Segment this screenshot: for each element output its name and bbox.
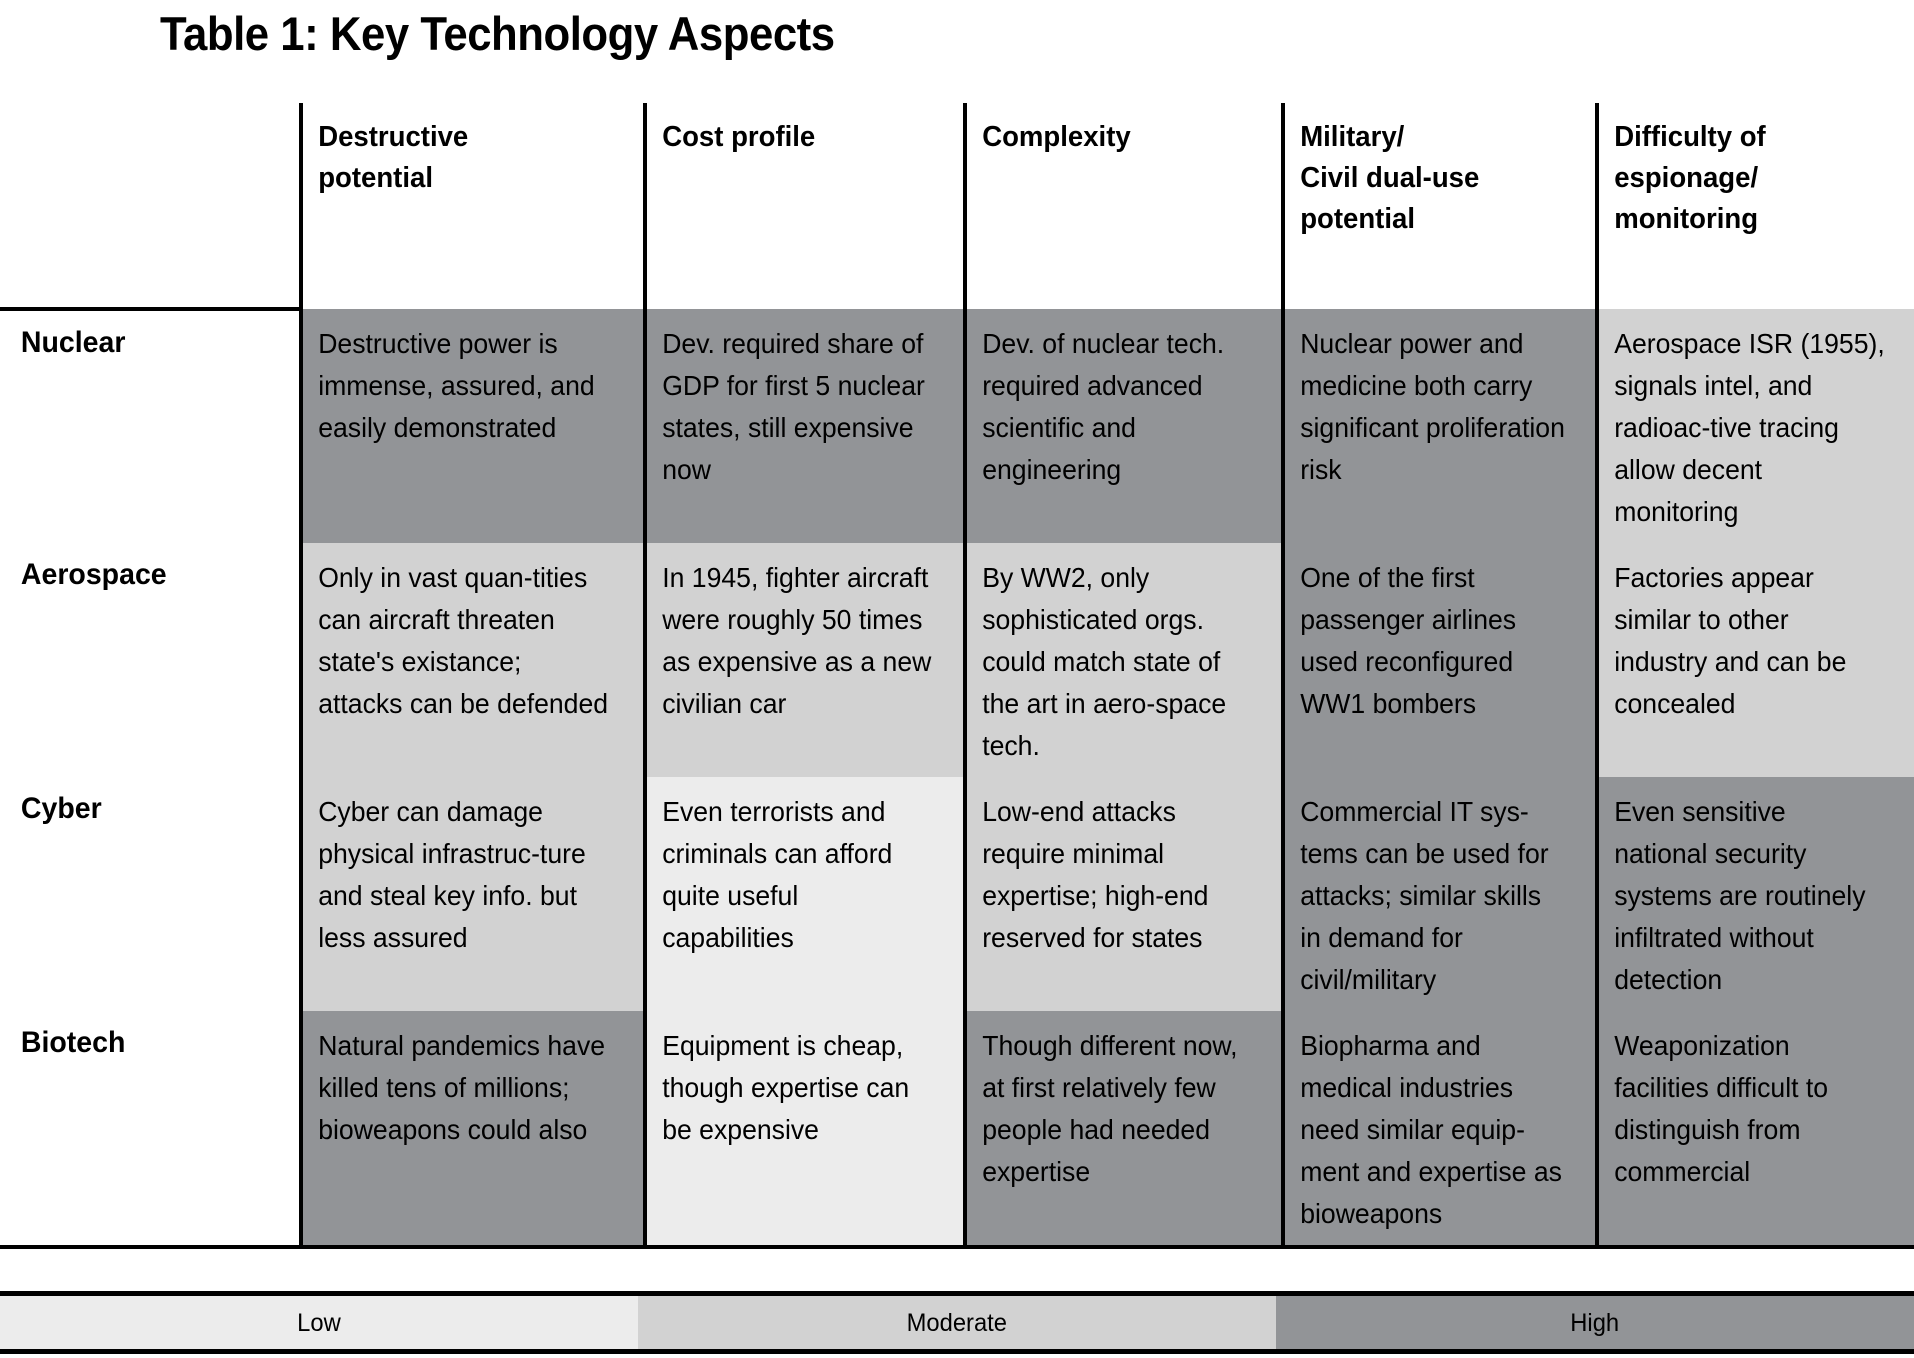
cell-text: Dev. of nuclear tech. required advanced … [982, 328, 1225, 485]
cell-text: Aerospace ISR (1955), signals intel, and… [1614, 328, 1885, 527]
column-header-destructive-potential: Destructive potential [299, 103, 645, 309]
legend-item-low: Low [0, 1296, 638, 1349]
cell-text: Even sensitive national security systems… [1614, 796, 1866, 995]
cell-text: Low-end attacks require minimal expertis… [982, 796, 1209, 953]
row-label-biotech: Biotech [0, 1011, 301, 1249]
column-header-complexity: Complexity [963, 103, 1283, 309]
row-label-nuclear: Nuclear [0, 309, 301, 543]
cell-aerospace-complexity: By WW2, only sophisticated orgs. could m… [963, 543, 1283, 777]
column-header-label: Difficulty of espionage/ monitoring [1614, 121, 1766, 235]
row-label-text: Cyber [20, 792, 102, 825]
table-row: Aerospace Only in vast quan-tities can a… [0, 543, 1914, 777]
cell-text: Dev. required share of GDP for first 5 n… [662, 328, 925, 485]
row-label-aerospace: Aerospace [0, 543, 301, 777]
cell-text: Factories appear similar to other indust… [1614, 562, 1847, 719]
cell-cyber-destructive-potential: Cyber can damage physical infrastruc-tur… [299, 777, 645, 1011]
cell-text: Though different now, at first relativel… [982, 1030, 1238, 1187]
cell-text: In 1945, fighter aircraft were roughly 5… [662, 562, 932, 719]
table-row: Nuclear Destructive power is immense, as… [0, 309, 1914, 543]
cell-text: Cyber can damage physical infrastruc-tur… [318, 796, 586, 953]
legend-item-label: High [1570, 1308, 1620, 1337]
cell-biotech-destructive-potential: Natural pandemics have killed tens of mi… [299, 1011, 645, 1249]
cell-biotech-complexity: Though different now, at first relativel… [963, 1011, 1283, 1249]
table-header-row: Destructive potential Cost profile Compl… [0, 103, 1914, 311]
cell-text: Natural pandemics have killed tens of mi… [318, 1030, 606, 1145]
cell-nuclear-complexity: Dev. of nuclear tech. required advanced … [963, 309, 1283, 543]
cell-text: Only in vast quan-tities can aircraft th… [318, 562, 609, 719]
row-label-text: Biotech [20, 1026, 126, 1059]
table-row: Biotech Natural pandemics have killed te… [0, 1011, 1914, 1249]
cell-text: Equipment is cheap, though expertise can… [662, 1030, 910, 1145]
cell-text: By WW2, only sophisticated orgs. could m… [982, 562, 1227, 761]
cell-text: Commercial IT sys-tems can be used for a… [1300, 796, 1549, 995]
cell-biotech-espionage: Weaponization facilities difficult to di… [1595, 1011, 1914, 1249]
cell-nuclear-destructive-potential: Destructive power is immense, assured, a… [299, 309, 645, 543]
table-row: Cyber Cyber can damage physical infrastr… [0, 777, 1914, 1011]
shading-legend: Low Moderate High [0, 1291, 1914, 1354]
cell-text: Weaponization facilities difficult to di… [1614, 1030, 1829, 1187]
column-header-cost-profile: Cost profile [643, 103, 965, 309]
cell-aerospace-dual-use: One of the first passenger airlines used… [1281, 543, 1597, 777]
row-label-text: Aerospace [20, 558, 167, 591]
column-header-label: Destructive potential [318, 121, 469, 194]
page-title: Table 1: Key Technology Aspects [160, 7, 835, 60]
header-corner-cell [0, 103, 301, 311]
row-label-cyber: Cyber [0, 777, 301, 1011]
cell-text: Even terrorists and criminals can afford… [662, 796, 893, 953]
legend-item-high: High [1276, 1296, 1914, 1349]
cell-cyber-cost-profile: Even terrorists and criminals can afford… [643, 777, 965, 1011]
column-header-dual-use: Military/ Civil dual-use potential [1281, 103, 1597, 309]
cell-nuclear-dual-use: Nuclear power and medicine both carry si… [1281, 309, 1597, 543]
cell-aerospace-destructive-potential: Only in vast quan-tities can aircraft th… [299, 543, 645, 777]
row-label-text: Nuclear [20, 326, 126, 359]
cell-cyber-complexity: Low-end attacks require minimal expertis… [963, 777, 1283, 1011]
cell-aerospace-cost-profile: In 1945, fighter aircraft were roughly 5… [643, 543, 965, 777]
cell-text: One of the first passenger airlines used… [1300, 562, 1517, 719]
cell-biotech-cost-profile: Equipment is cheap, though expertise can… [643, 1011, 965, 1249]
cell-text: Destructive power is immense, assured, a… [318, 328, 595, 443]
cell-cyber-espionage: Even sensitive national security systems… [1595, 777, 1914, 1011]
cell-cyber-dual-use: Commercial IT sys-tems can be used for a… [1281, 777, 1597, 1011]
legend-item-label: Low [297, 1308, 341, 1337]
column-header-espionage: Difficulty of espionage/ monitoring [1595, 103, 1914, 309]
key-technology-aspects-table: Destructive potential Cost profile Compl… [0, 103, 1914, 1249]
cell-text: Nuclear power and medicine both carry si… [1300, 328, 1565, 485]
table-page: Table 1: Key Technology Aspects Destruct… [0, 0, 1914, 1358]
cell-nuclear-espionage: Aerospace ISR (1955), signals intel, and… [1595, 309, 1914, 543]
cell-aerospace-espionage: Factories appear similar to other indust… [1595, 543, 1914, 777]
column-header-label: Complexity [982, 121, 1131, 153]
column-header-label: Cost profile [662, 121, 816, 153]
column-header-label: Military/ Civil dual-use potential [1300, 121, 1480, 235]
cell-nuclear-cost-profile: Dev. required share of GDP for first 5 n… [643, 309, 965, 543]
cell-biotech-dual-use: Biopharma and medical industries need si… [1281, 1011, 1597, 1249]
legend-item-label: Moderate [906, 1308, 1008, 1337]
legend-item-moderate: Moderate [638, 1296, 1276, 1349]
cell-text: Biopharma and medical industries need si… [1300, 1030, 1562, 1229]
